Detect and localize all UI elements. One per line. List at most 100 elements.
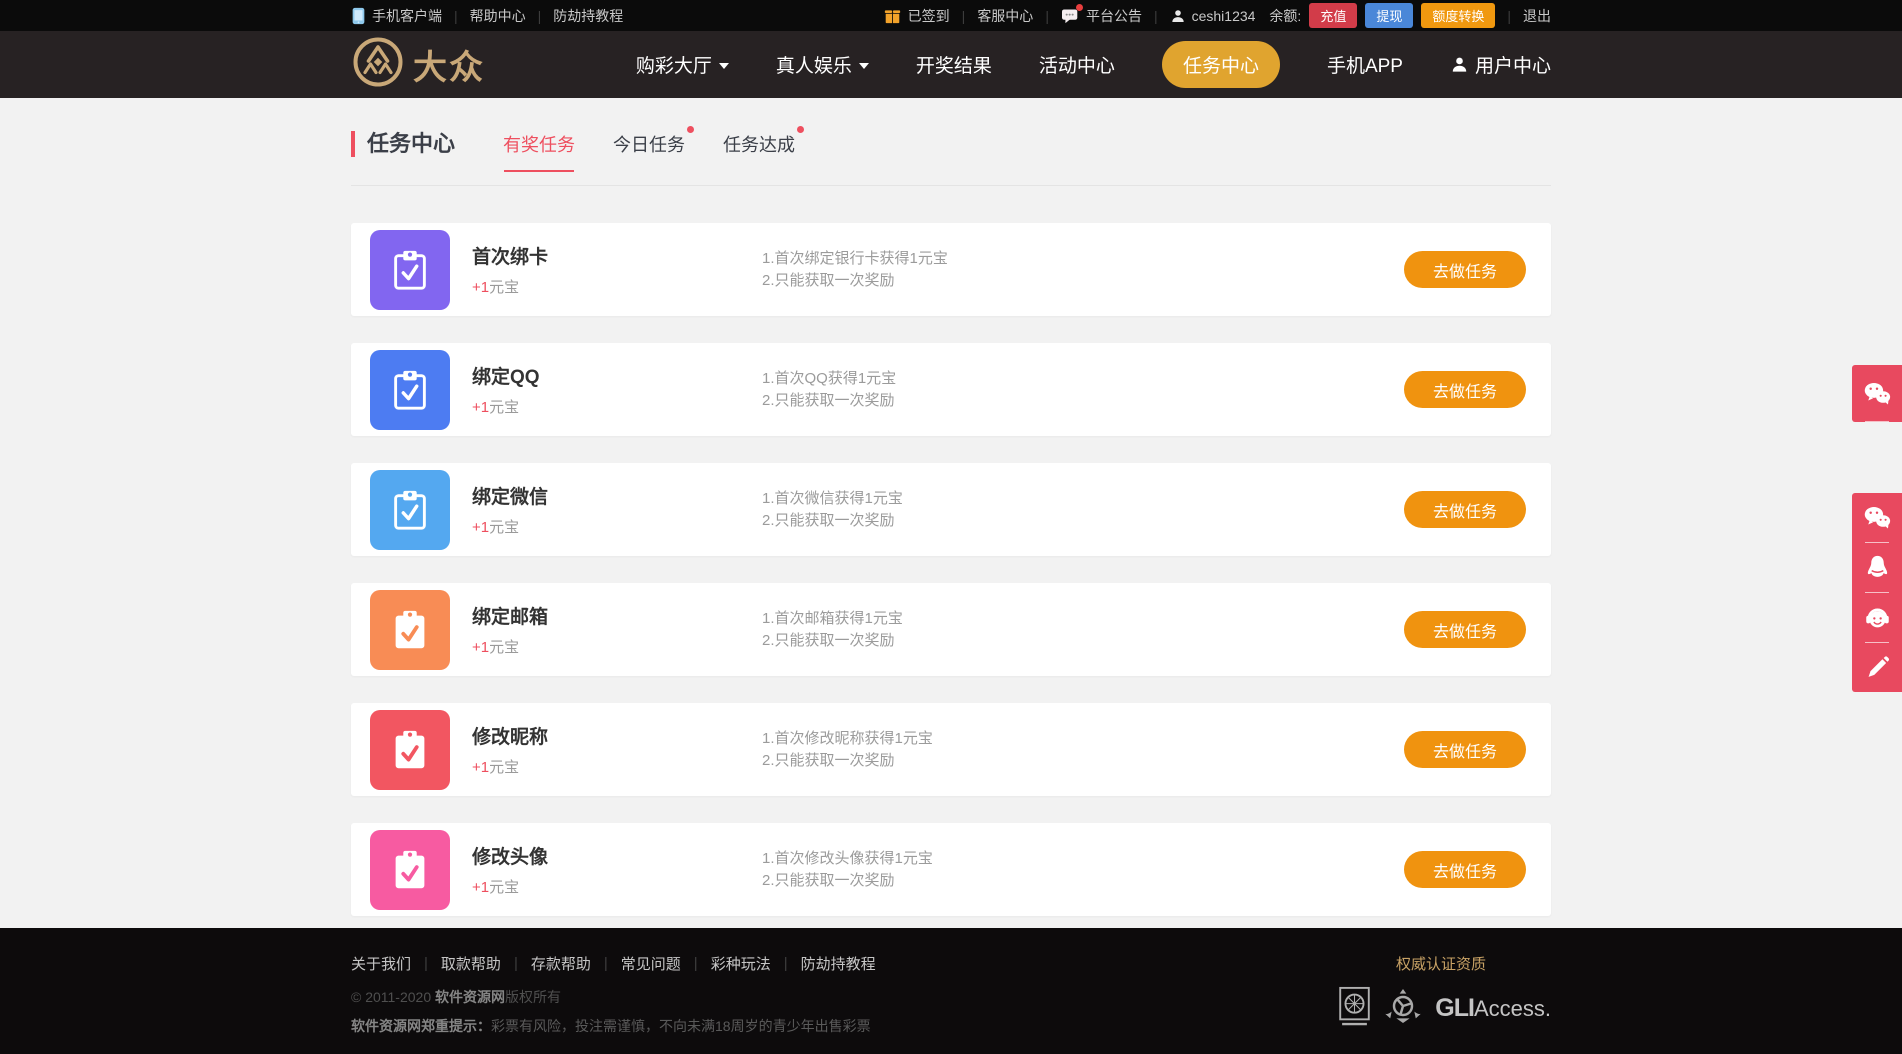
stamp-certificate-logo [1338, 986, 1371, 1031]
nav-item-live-casino[interactable]: 真人娱乐 [776, 51, 869, 78]
task-reward: +1元宝 [472, 516, 762, 537]
task-description: 1.首次QQ获得1元宝 2.只能获取一次奖励 [762, 368, 1404, 412]
signed-in-link[interactable]: 已签到 [908, 6, 950, 26]
tab-today-tasks[interactable]: 今日任务 [613, 131, 685, 157]
qq-icon[interactable] [1852, 543, 1902, 592]
platform-announcement-link[interactable]: 平台公告 [1086, 6, 1142, 26]
task-card-bind-wechat: 绑定微信 +1元宝 1.首次微信获得1元宝 2.只能获取一次奖励 去做任务 [351, 463, 1551, 556]
separator: | [1507, 8, 1511, 24]
chevron-down-icon [859, 63, 869, 69]
clipboard-task-icon [370, 590, 450, 670]
topbar-link-help-center[interactable]: 帮助中心 [470, 6, 526, 26]
task-description: 1.首次绑定银行卡获得1元宝 2.只能获取一次奖励 [762, 248, 1404, 292]
go-do-task-button[interactable]: 去做任务 [1404, 731, 1526, 768]
username[interactable]: ceshi1234 [1192, 8, 1256, 24]
clipboard-task-icon [370, 350, 450, 430]
footer-link-about-us[interactable]: 关于我们 [351, 953, 411, 974]
edit-icon[interactable] [1852, 643, 1902, 692]
gift-icon [883, 7, 902, 24]
certification-title: 权威认证资质 [1331, 953, 1551, 974]
task-list: 首次绑卡 +1元宝 1.首次绑定银行卡获得1元宝 2.只能获取一次奖励 去做任务… [351, 223, 1551, 916]
task-description: 1.首次修改头像获得1元宝 2.只能获取一次奖励 [762, 848, 1404, 892]
nav-item-label: 手机APP [1327, 51, 1403, 78]
crest-certificate-logo [1384, 988, 1422, 1029]
separator: | [604, 955, 608, 972]
notification-dot [797, 126, 804, 133]
go-do-task-button[interactable]: 去做任务 [1404, 251, 1526, 288]
task-card-bind-qq: 绑定QQ +1元宝 1.首次QQ获得1元宝 2.只能获取一次奖励 去做任务 [351, 343, 1551, 436]
clipboard-task-icon [370, 830, 450, 910]
task-reward: +1元宝 [472, 276, 762, 297]
go-do-task-button[interactable]: 去做任务 [1404, 851, 1526, 888]
nav-item-label: 用户中心 [1475, 51, 1551, 78]
footer-link-deposit-help[interactable]: 存款帮助 [531, 953, 591, 974]
recharge-button[interactable]: 充值 [1309, 3, 1357, 28]
clipboard-task-icon [370, 710, 450, 790]
task-card-change-nickname: 修改昵称 +1元宝 1.首次修改昵称获得1元宝 2.只能获取一次奖励 去做任务 [351, 703, 1551, 796]
separator: | [694, 955, 698, 972]
customer-service-icon[interactable] [1852, 593, 1902, 642]
clipboard-task-icon [370, 230, 450, 310]
task-title: 绑定邮箱 [472, 602, 762, 629]
topbar-link-mobile-client[interactable]: 手机客户端 [372, 6, 442, 26]
wechat-icon[interactable] [1852, 493, 1902, 542]
wechat-icon[interactable] [1852, 365, 1902, 421]
service-center-link[interactable]: 客服中心 [977, 6, 1033, 26]
task-card-bind-bank-card: 首次绑卡 +1元宝 1.首次绑定银行卡获得1元宝 2.只能获取一次奖励 去做任务 [351, 223, 1551, 316]
task-title: 首次绑卡 [472, 242, 762, 269]
nav-item-label: 任务中心 [1183, 51, 1259, 78]
task-reward: +1元宝 [472, 756, 762, 777]
tab-reward-tasks[interactable]: 有奖任务 [503, 131, 575, 157]
task-title: 修改头像 [472, 842, 762, 869]
task-description: 1.首次微信获得1元宝 2.只能获取一次奖励 [762, 488, 1404, 532]
nav-item-task-center[interactable]: 任务中心 [1162, 41, 1280, 88]
tab-task-completion[interactable]: 任务达成 [723, 131, 795, 157]
task-description: 1.首次修改昵称获得1元宝 2.只能获取一次奖励 [762, 728, 1404, 772]
topbar-link-anti-hijack[interactable]: 防劫持教程 [553, 6, 623, 26]
nav-item-user-center[interactable]: 用户中心 [1450, 51, 1551, 78]
task-title: 绑定微信 [472, 482, 762, 509]
separator: | [784, 955, 788, 972]
floating-contact-panel [1852, 493, 1902, 692]
withdraw-button[interactable]: 提现 [1365, 3, 1413, 28]
tab-label: 任务达成 [723, 135, 795, 155]
balance-label: 余额: [1269, 6, 1301, 26]
footer-link-anti-hijack[interactable]: 防劫持教程 [801, 953, 876, 974]
tab-label: 今日任务 [613, 135, 685, 155]
disclaimer-text: 软件资源网郑重提示：彩票有风险，投注需谨慎，不向未满18周岁的青少年出售彩票 [351, 1016, 1331, 1036]
tab-label: 有奖任务 [503, 135, 575, 155]
task-reward: +1元宝 [472, 876, 762, 897]
topbar: 手机客户端 | 帮助中心 | 防劫持教程 已签到 | 客服中心 | 平台公告 |… [0, 0, 1902, 31]
footer: 关于我们 | 取款帮助 | 存款帮助 | 常见问题 | 彩种玩法 | 防劫持教程… [0, 928, 1902, 1054]
gli-access-logo: GLIAccess. [1435, 994, 1551, 1023]
go-do-task-button[interactable]: 去做任务 [1404, 491, 1526, 528]
separator: | [538, 8, 542, 24]
go-do-task-button[interactable]: 去做任务 [1404, 371, 1526, 408]
go-do-task-button[interactable]: 去做任务 [1404, 611, 1526, 648]
nav-item-label: 开奖结果 [916, 51, 992, 78]
quota-transfer-button[interactable]: 额度转换 [1421, 3, 1495, 28]
footer-link-withdrawal-help[interactable]: 取款帮助 [441, 953, 501, 974]
nav-menu: 购彩大厅 真人娱乐 开奖结果 活动中心 任务中心 手机APP [636, 41, 1551, 88]
footer-link-faq[interactable]: 常见问题 [621, 953, 681, 974]
nav-item-activity-center[interactable]: 活动中心 [1039, 51, 1115, 78]
notification-dot [687, 126, 694, 133]
task-title: 修改昵称 [472, 722, 762, 749]
divider [1865, 421, 1889, 422]
separator: | [514, 955, 518, 972]
logo-text: 大众 [413, 40, 485, 89]
site-logo[interactable]: 大众 [351, 35, 485, 94]
task-title: 绑定QQ [472, 362, 762, 389]
nav-item-draw-results[interactable]: 开奖结果 [916, 51, 992, 78]
certification-logos: GLIAccess. [1331, 986, 1551, 1031]
divider [351, 185, 1551, 186]
nav-item-mobile-app[interactable]: 手机APP [1327, 51, 1403, 78]
nav-item-lottery-hall[interactable]: 购彩大厅 [636, 51, 729, 78]
logout-link[interactable]: 退出 [1523, 6, 1551, 26]
footer-link-lottery-rules[interactable]: 彩种玩法 [711, 953, 771, 974]
nav-item-label: 真人娱乐 [776, 51, 852, 78]
footer-links: 关于我们 | 取款帮助 | 存款帮助 | 常见问题 | 彩种玩法 | 防劫持教程 [351, 953, 1331, 974]
main-navigation: 大众 购彩大厅 真人娱乐 开奖结果 活动中心 任务中心 手机APP [0, 31, 1902, 98]
task-card-change-avatar: 修改头像 +1元宝 1.首次修改头像获得1元宝 2.只能获取一次奖励 去做任务 [351, 823, 1551, 916]
task-tabs: 有奖任务 今日任务 任务达成 [503, 131, 795, 157]
